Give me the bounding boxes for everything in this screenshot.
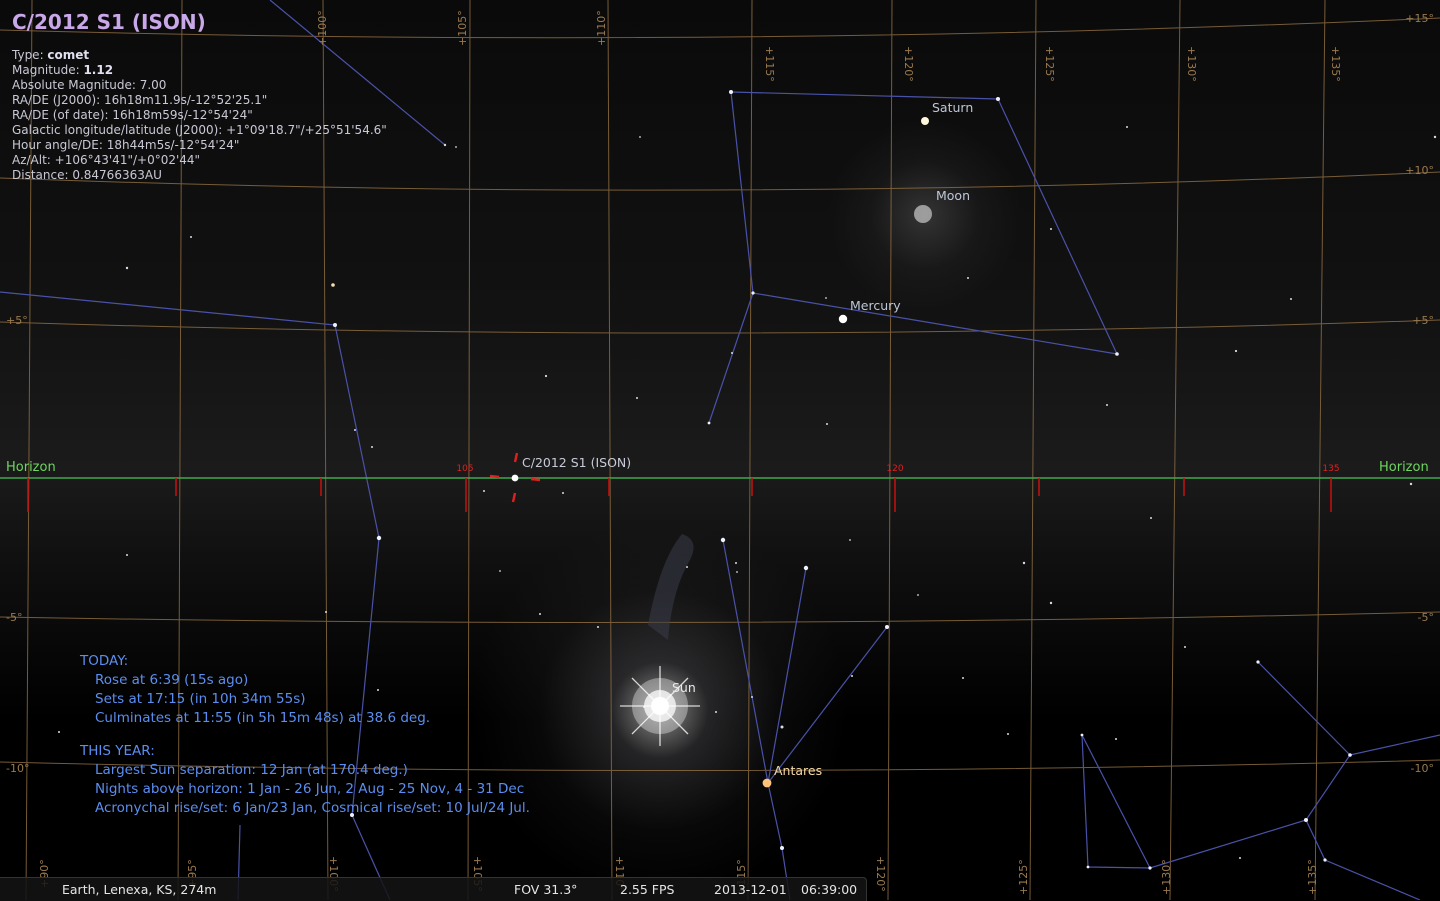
horizon-tick-105: 105 [456, 464, 473, 474]
grid-label-top-115: +115° [763, 46, 776, 82]
saturn-dot[interactable] [921, 117, 929, 125]
horizon-tick-120: 120 [886, 464, 903, 474]
grid-label-top-100: +100° [316, 10, 329, 46]
object-distance: Distance: 0.84766363AU [12, 168, 162, 182]
antares-label: Antares [774, 763, 822, 778]
almanac-rose: Rose at 6:39 (15s ago) [95, 672, 249, 688]
almanac-sets: Sets at 17:15 (in 10h 34m 55s) [95, 691, 306, 707]
status-time[interactable]: 06:39:00 [801, 882, 857, 897]
object-info-panel: Type: comet Magnitude: 1.12 Absolute Mag… [12, 48, 387, 183]
grid-label-left-5: +5° [6, 314, 28, 327]
azimuth-ticks [27, 478, 1332, 512]
almanac-year-heading: THIS YEAR: [80, 743, 155, 759]
sun-icon[interactable] [620, 666, 700, 746]
antares-dot[interactable] [762, 778, 772, 788]
object-magnitude-line: Magnitude: 1.12 [12, 63, 114, 77]
almanac-culminates: Culminates at 11:55 (in 5h 15m 48s) at 3… [95, 710, 431, 726]
grid-label-bottom-130: +130° [1160, 859, 1173, 895]
object-radec-j2000: RA/DE (J2000): 16h18m11.9s/-12°52'25.1" [12, 93, 268, 107]
comet-label: C/2012 S1 (ISON) [522, 455, 631, 470]
mercury-dot[interactable] [838, 314, 848, 324]
object-galactic-coords: Galactic longitude/latitude (J2000): +1°… [12, 123, 387, 137]
horizon-tick-135: 135 [1322, 464, 1339, 474]
almanac-panel: TODAY: Rose at 6:39 (15s ago) Sets at 17… [80, 652, 530, 818]
grid-label-bottom-135: +135° [1306, 859, 1319, 895]
almanac-nights-above-horizon: Nights above horizon: 1 Jan - 26 Jun, 2 … [95, 781, 525, 797]
grid-label-top-130: +130° [1185, 46, 1198, 82]
grid-label-top-125: +125° [1043, 46, 1056, 82]
object-title: C/2012 S1 (ISON) [12, 10, 206, 34]
grid-label-top-110: +110° [595, 10, 608, 46]
almanac-today-heading: TODAY: [80, 653, 129, 669]
mercury-label: Mercury [850, 298, 901, 313]
grid-label-right-m5: -5° [1418, 611, 1434, 624]
object-magnitude-value: 1.12 [83, 63, 114, 77]
saturn-label: Saturn [932, 100, 973, 115]
comet-tail [648, 534, 694, 640]
grid-label-bottom-120: +120° [874, 856, 887, 892]
object-radec-of-date: RA/DE (of date): 16h18m59s/-12°54'24" [12, 108, 253, 122]
grid-label-right-5: +5° [1412, 314, 1434, 327]
status-date[interactable]: 2013-12-01 [714, 882, 787, 897]
status-fov: FOV 31.3° [514, 882, 578, 897]
grid-label-top-105: +105° [456, 10, 469, 46]
grid-label-top-120: +120° [902, 46, 915, 82]
object-type-value: comet [47, 48, 90, 62]
grid-label-right-10: +10° [1405, 164, 1434, 177]
object-absolute-magnitude: Absolute Magnitude: 7.00 [12, 78, 167, 92]
grid-label-left-m10: -10° [6, 762, 29, 775]
moon-label: Moon [936, 188, 970, 203]
grid-label-bottom-125: +125° [1017, 859, 1030, 895]
almanac-largest-separation: Largest Sun separation: 12 Jan (at 170.4… [95, 762, 408, 778]
sun-label: Sun [672, 680, 696, 695]
object-hour-angle: Hour angle/DE: 18h44m5s/-12°54'24" [12, 138, 240, 152]
horizon-label-right: Horizon [1379, 460, 1429, 475]
comet-dot[interactable] [511, 474, 519, 482]
almanac-acronychal: Acronychal rise/set: 6 Jan/23 Jan, Cosmi… [95, 800, 530, 816]
status-location[interactable]: Earth, Lenexa, KS, 274m [62, 882, 216, 897]
moon-dot[interactable] [914, 205, 932, 223]
object-type-line: Type: comet [12, 48, 90, 62]
grid-label-right-15: +15° [1405, 12, 1434, 25]
grid-label-right-m10: -10° [1411, 762, 1434, 775]
grid-label-left-m5: -5° [6, 611, 22, 624]
horizon-label-left: Horizon [6, 460, 56, 475]
grid-label-top-135: +135° [1329, 46, 1342, 82]
object-az-alt: Az/Alt: +106°43'41"/+0°02'44" [12, 153, 201, 167]
status-bar[interactable]: Earth, Lenexa, KS, 274m FOV 31.3° 2.55 F… [0, 877, 867, 901]
status-fps: 2.55 FPS [620, 882, 675, 897]
